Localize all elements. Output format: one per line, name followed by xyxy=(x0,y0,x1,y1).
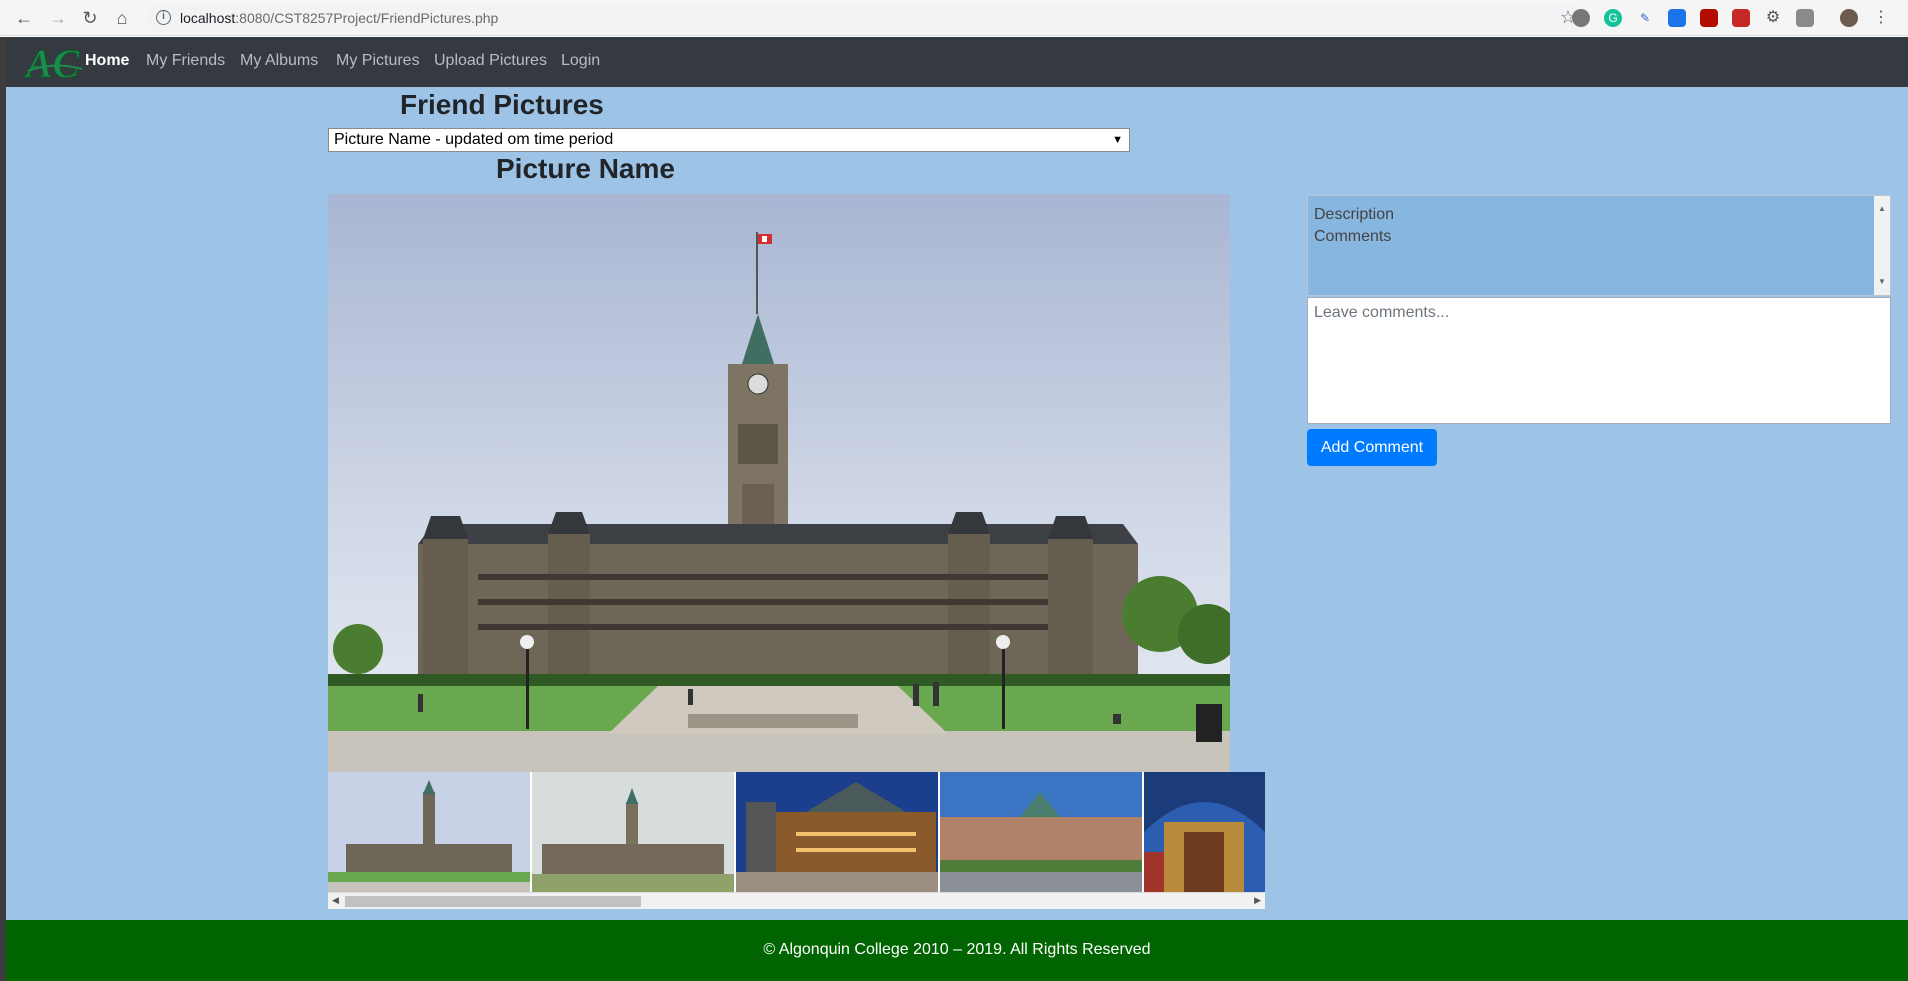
nav-my-pictures[interactable]: My Pictures xyxy=(336,52,420,70)
reload-icon[interactable]: ↻ xyxy=(78,6,102,30)
scrollbar-thumb[interactable] xyxy=(345,896,641,907)
eyedropper-icon[interactable]: ✎ xyxy=(1636,9,1654,27)
chevron-down-icon: ▼ xyxy=(1112,134,1123,146)
comments-label: Comments xyxy=(1314,228,1392,245)
pdf-icon[interactable] xyxy=(1700,9,1718,27)
page: AC Home My Friends My Albums My Pictures… xyxy=(6,37,1908,981)
main-picture xyxy=(328,194,1230,772)
description-label: Description xyxy=(1314,206,1395,223)
picture-select-value: Picture Name - updated om time period xyxy=(334,131,614,148)
url-host: localhost xyxy=(180,10,236,26)
extension-icon[interactable] xyxy=(1572,9,1590,27)
scroll-up-icon[interactable]: ▲ xyxy=(1878,198,1886,220)
thumbnail-3[interactable] xyxy=(736,772,938,892)
back-icon[interactable]: ← xyxy=(12,6,36,30)
home-icon[interactable]: ⌂ xyxy=(110,6,134,30)
description-box[interactable]: Description Comments ▲ ▼ xyxy=(1307,195,1891,296)
thumbnail-scrollbar[interactable]: ◀ ▶ xyxy=(328,892,1265,909)
page-title: Friend Pictures xyxy=(400,89,604,120)
add-comment-button[interactable]: Add Comment xyxy=(1307,429,1437,466)
address-bar[interactable]: i localhost:8080/CST8257Project/FriendPi… xyxy=(146,4,1588,32)
nav-login[interactable]: Login xyxy=(561,52,600,70)
url-text: localhost:8080/CST8257Project/FriendPict… xyxy=(180,10,498,26)
comment-placeholder: Leave comments... xyxy=(1314,304,1450,321)
thumbnail-2[interactable] xyxy=(532,772,734,892)
thumbnail-4[interactable] xyxy=(940,772,1142,892)
site-info-icon[interactable]: i xyxy=(156,10,171,25)
forward-icon[interactable]: → xyxy=(46,6,70,30)
nav-my-friends[interactable]: My Friends xyxy=(146,52,225,70)
thumbnail-1[interactable] xyxy=(328,772,530,892)
thumbnail-5[interactable] xyxy=(1144,772,1265,892)
svg-text:AC: AC xyxy=(24,41,81,83)
footer-text: © Algonquin College 2010 – 2019. All Rig… xyxy=(763,941,1151,958)
gear-icon[interactable]: ⚙ xyxy=(1764,9,1782,27)
comment-textarea[interactable]: Leave comments... xyxy=(1307,297,1891,424)
browser-toolbar: ← → ↻ ⌂ i localhost:8080/CST8257Project/… xyxy=(0,0,1908,36)
description-scrollbar[interactable]: ▲ ▼ xyxy=(1874,196,1890,295)
thumbnail-strip xyxy=(328,772,1265,892)
shield-icon[interactable] xyxy=(1796,9,1814,27)
url-path: :8080/CST8257Project/FriendPictures.php xyxy=(235,10,499,26)
picture-select[interactable]: Picture Name - updated om time period ▼ xyxy=(328,128,1130,152)
footer: © Algonquin College 2010 – 2019. All Rig… xyxy=(6,920,1908,981)
logo-icon[interactable]: AC xyxy=(24,41,84,83)
navbar: AC Home My Friends My Albums My Pictures… xyxy=(6,37,1908,87)
scroll-left-icon[interactable]: ◀ xyxy=(332,895,339,906)
screen-icon[interactable] xyxy=(1668,9,1686,27)
nav-upload-pictures[interactable]: Upload Pictures xyxy=(434,52,547,70)
nav-my-albums[interactable]: My Albums xyxy=(240,52,318,70)
nav-home[interactable]: Home xyxy=(85,52,129,70)
scroll-right-icon[interactable]: ▶ xyxy=(1254,895,1261,906)
picture-name-heading: Picture Name xyxy=(496,153,675,184)
avatar[interactable] xyxy=(1840,9,1858,27)
grammarly-icon[interactable]: G xyxy=(1604,9,1622,27)
pocket-icon[interactable] xyxy=(1732,9,1750,27)
scroll-down-icon[interactable]: ▼ xyxy=(1878,271,1886,293)
menu-dots-icon[interactable]: ⋮ xyxy=(1872,9,1890,27)
